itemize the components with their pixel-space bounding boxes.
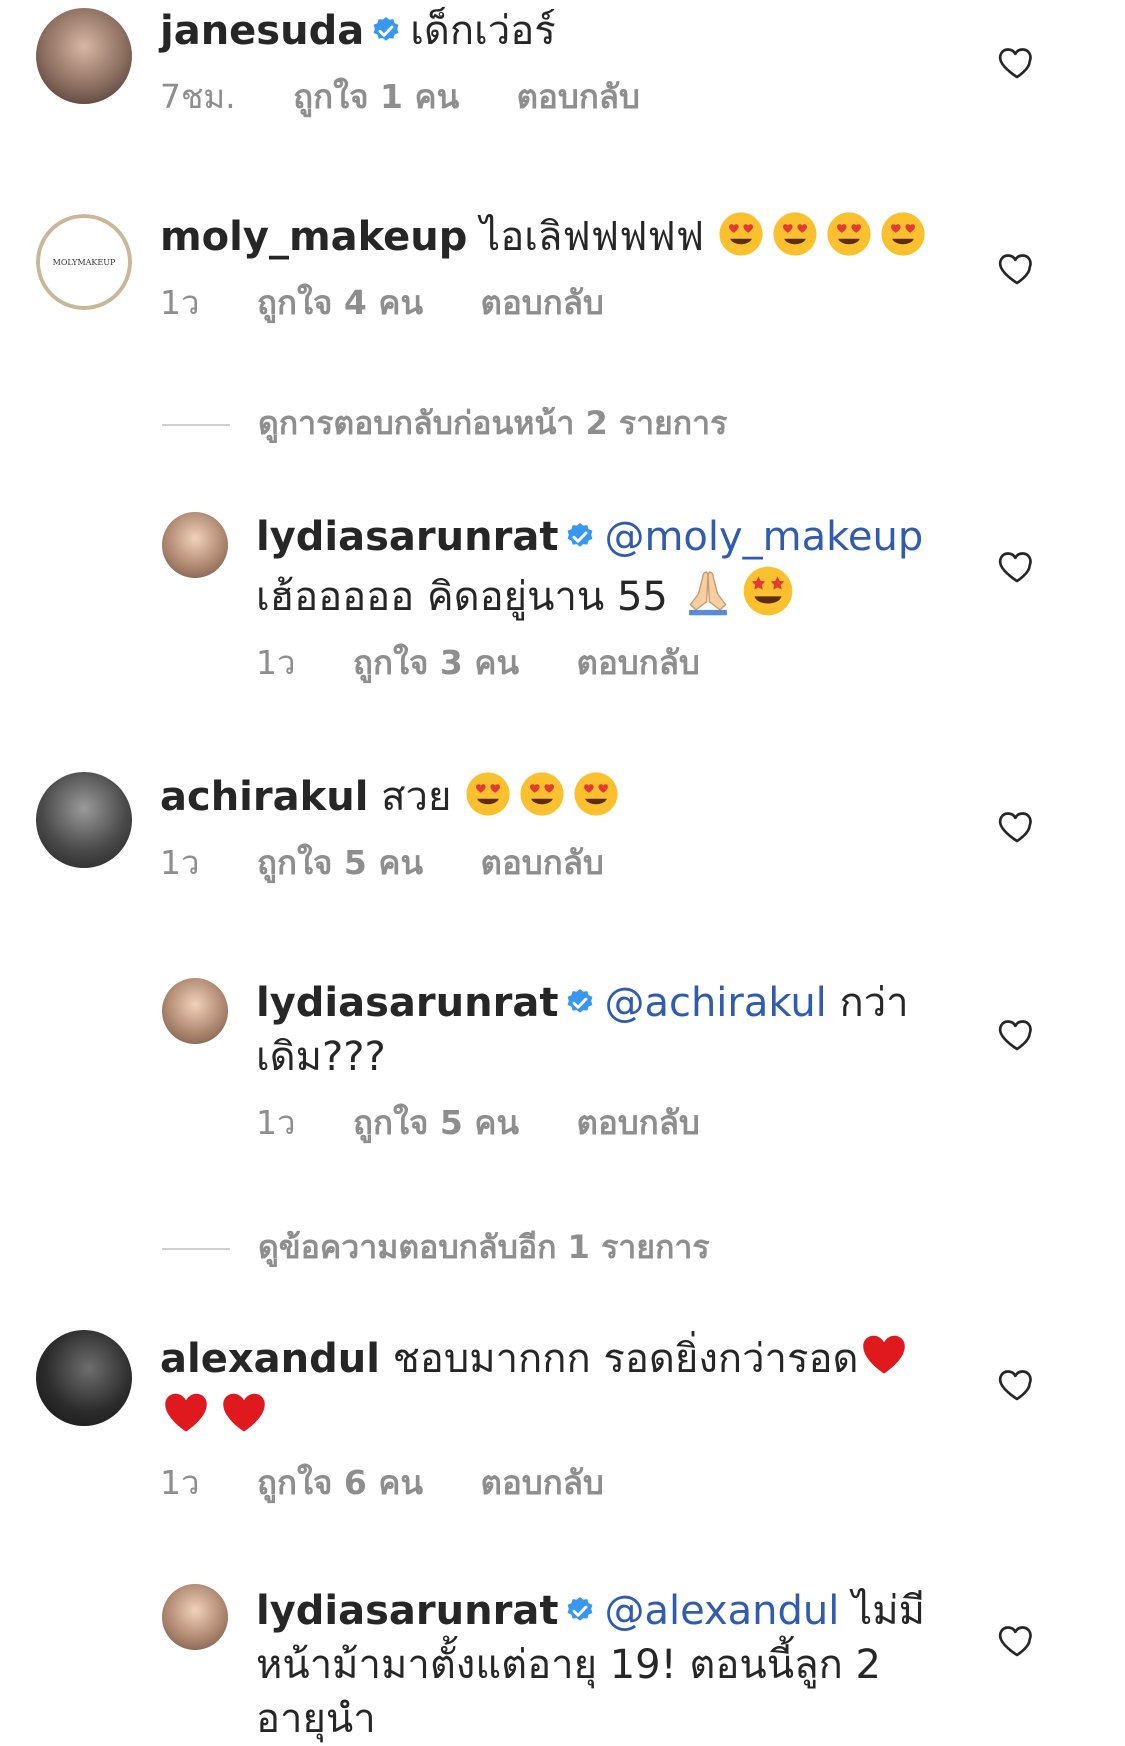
verified-badge-icon: [564, 987, 596, 1019]
heart-icon[interactable]: [997, 248, 1037, 288]
reply-button[interactable]: ตอบกลับ: [481, 843, 604, 882]
view-previous-replies-button[interactable]: ดูการตอบกลับก่อนหน้า 2 รายการ: [162, 398, 727, 449]
likes-count[interactable]: ถูกใจ 5 คน: [353, 1103, 519, 1142]
avatar-logo-text: MOLYMAKEUP: [52, 257, 116, 267]
divider: [162, 424, 230, 426]
red-heart-emoji-icon: [218, 1386, 270, 1438]
reply-button[interactable]: ตอบกลับ: [481, 1463, 604, 1502]
comment-achirakul: achirakul สวย 1ว ถูกใจ 5 คน ตอบกลับ: [160, 770, 955, 889]
likes-count[interactable]: ถูกใจ 3 คน: [353, 643, 519, 682]
reply-button[interactable]: ตอบกลับ: [517, 77, 640, 116]
heart-eyes-emoji-icon: [572, 770, 620, 818]
timestamp: 7ชม.: [160, 77, 236, 116]
timestamp: 1ว: [160, 843, 200, 882]
heart-icon[interactable]: [997, 806, 1037, 846]
likes-count[interactable]: ถูกใจ 1 คน: [293, 77, 459, 116]
verified-badge-icon: [370, 15, 402, 47]
username[interactable]: janesuda: [160, 8, 364, 54]
heart-icon[interactable]: [997, 546, 1037, 586]
view-more-replies-button[interactable]: ดูข้อความตอบกลับอีก 1 รายการ: [162, 1222, 710, 1273]
verified-badge-icon: [564, 521, 596, 553]
username[interactable]: lydiasarunrat: [256, 980, 558, 1026]
avatar-lydiasarunrat[interactable]: [162, 512, 228, 578]
username[interactable]: lydiasarunrat: [256, 514, 558, 560]
mention-link[interactable]: @achirakul: [604, 980, 826, 1026]
heart-eyes-emoji-icon: [518, 770, 566, 818]
heart-icon[interactable]: [997, 1364, 1037, 1404]
mention-link[interactable]: @moly_makeup: [604, 514, 923, 560]
reply-button[interactable]: ตอบกลับ: [481, 283, 604, 322]
comment-text: ชอบมากกก รอดยิ่งกว่ารอด: [392, 1336, 859, 1382]
heart-icon[interactable]: [997, 42, 1037, 82]
avatar-lydiasarunrat[interactable]: [162, 1584, 228, 1650]
divider: [162, 1248, 230, 1250]
username[interactable]: achirakul: [160, 774, 368, 820]
avatar-lydiasarunrat[interactable]: [162, 978, 228, 1044]
avatar-achirakul[interactable]: [36, 772, 132, 868]
heart-eyes-emoji-icon: [464, 770, 512, 818]
heart-icon[interactable]: [997, 1620, 1037, 1660]
comment-meta: 7ชม. ถูกใจ 1 คน ตอบกลับ: [160, 70, 955, 123]
comment-janesuda: janesuda เด็กเว่อร์ 7ชม. ถูกใจ 1 คน ตอบกล…: [160, 4, 955, 123]
username[interactable]: lydiasarunrat: [256, 1588, 558, 1634]
comment-text: ไอเลิฟฟฟฟฟ: [480, 214, 705, 260]
reply-button[interactable]: ตอบกลับ: [577, 643, 700, 682]
reply-meta: 1ว ถูกใจ 3 คน ตอบกลับ: [256, 636, 955, 689]
heart-eyes-emoji-icon: [825, 210, 873, 258]
avatar-alexandul[interactable]: [36, 1330, 132, 1426]
comment-alexandul: alexandul ชอบมากกก รอดยิ่งกว่ารอด 1ว ถูก…: [160, 1328, 955, 1509]
comment-moly-makeup: moly_makeup ไอเลิฟฟฟฟฟ 1ว ถูกใจ 4 คน ตอบ…: [160, 210, 955, 329]
username[interactable]: moly_makeup: [160, 214, 467, 260]
view-replies-label: ดูข้อความตอบกลับอีก 1 รายการ: [258, 1228, 710, 1266]
heart-eyes-emoji-icon: [717, 210, 765, 258]
reply-text: เฮ้อออออ คิดอยู่นาน 55: [256, 574, 668, 620]
timestamp: 1ว: [256, 1103, 296, 1142]
timestamp: 1ว: [160, 1463, 200, 1502]
heart-icon[interactable]: [997, 1014, 1037, 1054]
red-heart-emoji-icon: [160, 1386, 212, 1438]
likes-count[interactable]: ถูกใจ 5 คน: [257, 843, 423, 882]
comment-meta: 1ว ถูกใจ 4 คน ตอบกลับ: [160, 276, 955, 329]
comment-text: สวย: [381, 774, 452, 820]
heart-eyes-emoji-icon: [771, 210, 819, 258]
avatar-janesuda[interactable]: [36, 8, 132, 104]
mention-link[interactable]: @alexandul: [604, 1588, 839, 1634]
reply-lydiasarunrat-3: lydiasarunrat @alexandul ไม่มีหน้าม้ามาตั…: [256, 1584, 955, 1746]
view-replies-label: ดูการตอบกลับก่อนหน้า 2 รายการ: [258, 404, 728, 442]
reply-lydiasarunrat-2: lydiasarunrat @achirakul กว่าเดิม??? 1ว ถ…: [256, 976, 955, 1149]
username[interactable]: alexandul: [160, 1336, 380, 1382]
verified-badge-icon: [564, 1595, 596, 1627]
reply-meta: 1ว ถูกใจ 5 คน ตอบกลับ: [256, 1096, 955, 1149]
comment-meta: 1ว ถูกใจ 5 คน ตอบกลับ: [160, 836, 955, 889]
star-struck-emoji-icon: [741, 564, 795, 618]
likes-count[interactable]: ถูกใจ 4 คน: [257, 283, 423, 322]
comment-meta: 1ว ถูกใจ 6 คน ตอบกลับ: [160, 1456, 955, 1509]
timestamp: 1ว: [160, 283, 200, 322]
reply-button[interactable]: ตอบกลับ: [577, 1103, 700, 1142]
heart-eyes-emoji-icon: [879, 210, 927, 258]
reply-lydiasarunrat-1: lydiasarunrat @moly_makeup เฮ้อออออ คิดอย…: [256, 510, 955, 689]
red-heart-emoji-icon: [858, 1328, 910, 1380]
avatar-moly-makeup[interactable]: MOLYMAKEUP: [36, 214, 132, 310]
timestamp: 1ว: [256, 643, 296, 682]
folded-hands-emoji-icon: [681, 564, 735, 618]
likes-count[interactable]: ถูกใจ 6 คน: [257, 1463, 423, 1502]
comment-text: เด็กเว่อร์: [410, 8, 556, 54]
